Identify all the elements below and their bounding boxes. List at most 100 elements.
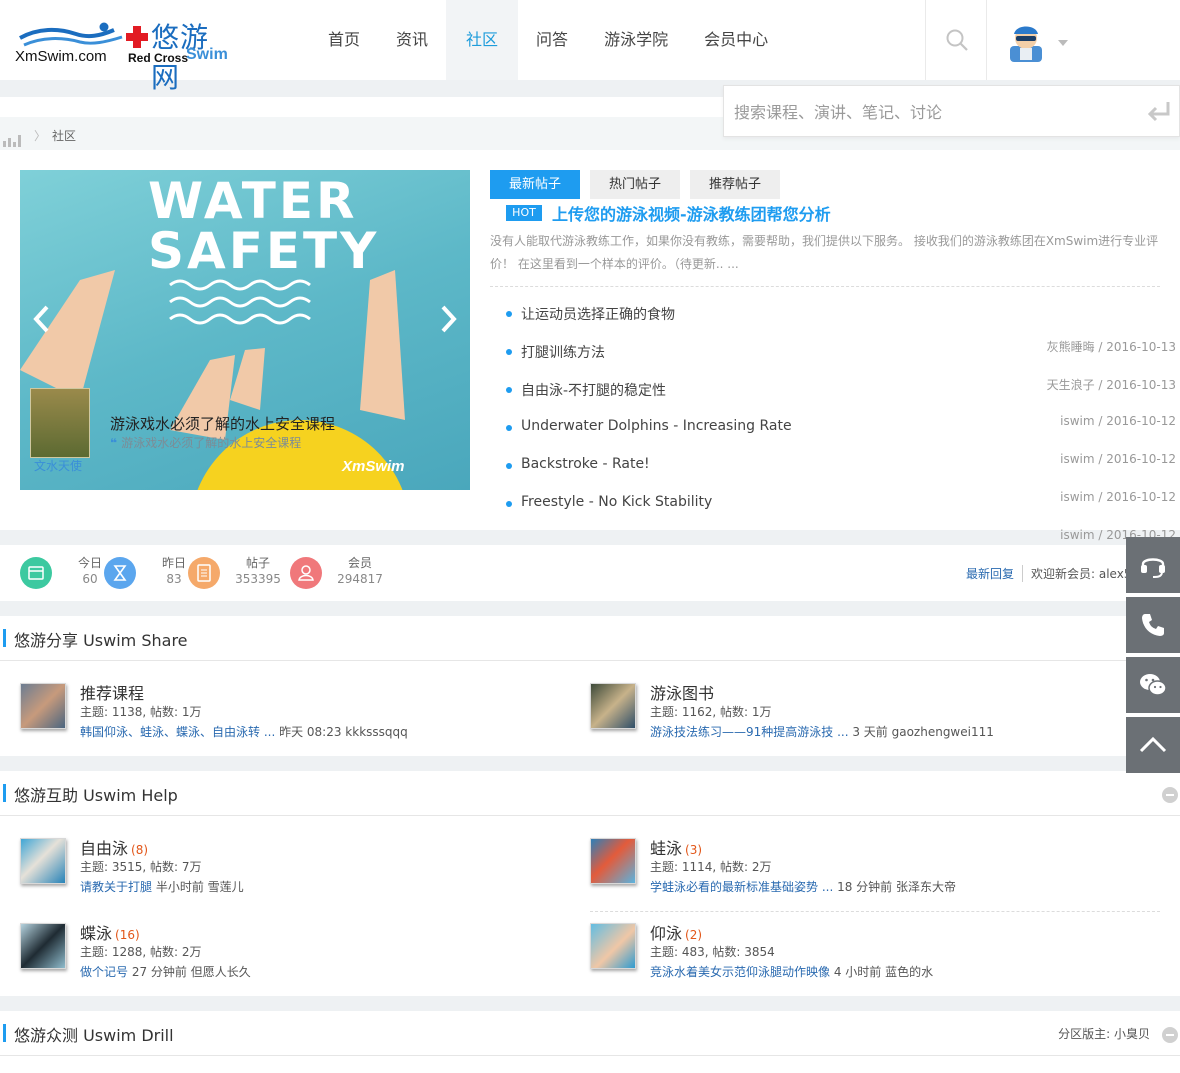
forum-thumbnail[interactable]	[20, 838, 66, 884]
forum-last-post: 学蛙泳必看的最新标准基础姿势 ... 18 分钟前 张泽东大帝	[650, 878, 956, 895]
forum-name[interactable]: 自由泳 (8)	[80, 835, 148, 859]
headset-icon	[1141, 558, 1165, 578]
post-title[interactable]: 自由泳-不打腿的稳定性	[521, 380, 666, 400]
last-post-link[interactable]: 韩国仰泳、蛙泳、蝶泳、自由泳转 ...	[80, 725, 275, 739]
section-title[interactable]: 悠游分享 Uswim Share	[14, 627, 188, 651]
wechat-icon	[1140, 674, 1167, 696]
forum-today-count: (16)	[115, 928, 140, 942]
last-post-link[interactable]: 游泳技法练习——91种提高游泳技 ...	[650, 725, 849, 739]
forum-today-count: (8)	[131, 843, 149, 857]
last-post-link[interactable]: 做个记号	[80, 965, 128, 979]
slider-prev-icon[interactable]	[32, 304, 52, 334]
slider-author[interactable]: 文水天使	[34, 457, 82, 474]
search-input[interactable]	[734, 98, 1134, 126]
user-menu[interactable]	[1004, 20, 1074, 64]
post-title[interactable]: Backstroke - Rate!	[521, 456, 650, 472]
forum-name[interactable]: 推荐课程	[80, 680, 144, 704]
feature-description: 没有人能取代游泳教练工作，如果你没有教练，需要帮助，我们提供以下服务。 接收我们…	[490, 234, 1159, 271]
stat-label: 会员	[347, 556, 372, 570]
bullet-icon	[506, 311, 512, 317]
slider-next-icon[interactable]	[438, 304, 458, 334]
author-avatar[interactable]	[30, 388, 90, 458]
list-item[interactable]: 让运动员选择正确的食物	[490, 300, 1180, 338]
forum-name-text[interactable]: 蝶泳	[80, 924, 112, 943]
hot-badge: HOT	[506, 205, 542, 221]
tab-latest-posts[interactable]: 最新帖子	[490, 170, 580, 199]
nav-item-news[interactable]: 资讯	[378, 0, 446, 80]
forum-today-count: (2)	[685, 928, 703, 942]
site-logo[interactable]: 悠游网 XmSwim.com Red Cross Swim	[14, 14, 234, 94]
post-title[interactable]: 让运动员选择正确的食物	[521, 304, 675, 324]
forum-thumbnail[interactable]	[590, 923, 636, 969]
brand-swim: Swim	[186, 46, 228, 63]
back-to-top-button[interactable]	[1126, 717, 1180, 773]
forum-thumbnail[interactable]	[590, 838, 636, 884]
forum-backstroke[interactable]: 仰泳 (2) 主题: 483, 帖数: 3854 竞泳水着美女示范仰泳腿动作映像 …	[590, 923, 1130, 993]
latest-reply-link[interactable]: 最新回复	[966, 565, 1014, 582]
forum-books[interactable]: 游泳图书 主题: 1162, 帖数: 1万 游泳技法练习——91种提高游泳技 .…	[590, 683, 1130, 753]
search-button[interactable]	[925, 0, 987, 80]
forum-thumbnail[interactable]	[20, 683, 66, 729]
wechat-button[interactable]	[1126, 657, 1180, 713]
feature-title[interactable]: 上传您的游泳视频-游泳教练团帮您分析	[552, 201, 831, 225]
slider-subcaption: ❝ 游泳戏水必须了解的水上安全课程	[110, 434, 301, 451]
forum-name-text[interactable]: 仰泳	[650, 924, 682, 943]
section-title[interactable]: 悠游互助 Uswim Help	[14, 782, 178, 806]
forum-name-text[interactable]: 自由泳	[80, 839, 128, 858]
phone-icon	[1142, 614, 1164, 636]
enter-icon[interactable]	[1146, 100, 1172, 122]
forum-name-text[interactable]: 推荐课程	[80, 684, 144, 703]
collapse-icon[interactable]	[1162, 787, 1178, 803]
customer-service-button[interactable]	[1126, 537, 1180, 593]
post-title[interactable]: Underwater Dolphins - Increasing Rate	[521, 418, 792, 434]
forum-thumbnail[interactable]	[590, 683, 636, 729]
nav-item-member-center[interactable]: 会员中心	[686, 0, 786, 80]
forum-butterfly[interactable]: 蝶泳 (16) 主题: 1288, 帖数: 2万 做个记号 27 分钟前 但愿人长…	[20, 923, 560, 993]
section-accent	[3, 1024, 6, 1042]
forum-name[interactable]: 蝶泳 (16)	[80, 920, 140, 944]
phone-button[interactable]	[1126, 597, 1180, 653]
forum-name[interactable]: 游泳图书	[650, 680, 714, 704]
forum-recommended-courses[interactable]: 推荐课程 主题: 1138, 帖数: 1万 韩国仰泳、蛙泳、蝶泳、自由泳转 ..…	[20, 683, 560, 753]
bar-chart-icon[interactable]	[2, 133, 22, 147]
red-cross-icon	[126, 26, 148, 48]
nav-item-home[interactable]: 首页	[310, 0, 378, 80]
featured-slider[interactable]: WATER SAFETY 游泳戏水必须了解的水上安全课程 ❝ 游泳戏水必须了解的…	[20, 170, 470, 490]
collapse-icon[interactable]	[1162, 1027, 1178, 1043]
brand-domain: XmSwim.com	[15, 48, 107, 65]
last-post-link[interactable]: 请教关于打腿	[80, 880, 152, 894]
breadcrumb-current[interactable]: 社区	[52, 127, 76, 144]
forum-stats: 主题: 1138, 帖数: 1万	[80, 705, 202, 719]
section-help: 悠游互助 Uswim Help 自由泳 (8) 主题: 3515, 帖数: 7万 …	[0, 771, 1180, 996]
post-title[interactable]: Freestyle - No Kick Stability	[521, 494, 712, 510]
tab-recommended-posts[interactable]: 推荐帖子	[690, 170, 780, 199]
welcome-new-member[interactable]: 欢迎新会员: alex5	[1022, 565, 1131, 582]
forum-today-count: (3)	[685, 843, 703, 857]
user-icon	[290, 557, 322, 589]
forum-name[interactable]: 仰泳 (2)	[650, 920, 702, 944]
forum-stats: 主题: 3515, 帖数: 7万	[80, 860, 202, 874]
forum-last-post: 游泳技法练习——91种提高游泳技 ... 3 天前 gaozhengwei111	[650, 723, 994, 740]
forum-name[interactable]: 蛙泳 (3)	[650, 835, 702, 859]
last-post-link[interactable]: 学蛙泳必看的最新标准基础姿势 ...	[650, 880, 833, 894]
post-meta: iswim / 2016-10-12	[1060, 490, 1176, 504]
forum-thumbnail[interactable]	[20, 923, 66, 969]
forum-name-text[interactable]: 蛙泳	[650, 839, 682, 858]
back-to-top-icon	[1139, 736, 1167, 753]
section-title[interactable]: 悠游众测 Uswim Drill	[14, 1022, 174, 1046]
post-title[interactable]: 打腿训练方法	[521, 342, 605, 362]
section-moderator[interactable]: 分区版主: 小臭贝	[1058, 1025, 1150, 1042]
forum-stats: 主题: 1288, 帖数: 2万	[80, 945, 202, 959]
tab-hot-posts[interactable]: 热门帖子	[590, 170, 680, 199]
chevron-down-icon	[1058, 40, 1068, 46]
nav-item-qa[interactable]: 问答	[518, 0, 586, 80]
last-post-link[interactable]: 竞泳水着美女示范仰泳腿动作映像	[650, 965, 830, 979]
nav-item-community[interactable]: 社区	[446, 0, 519, 80]
forum-freestyle[interactable]: 自由泳 (8) 主题: 3515, 帖数: 7万 请教关于打腿 半小时前 雪莲儿	[20, 838, 560, 908]
brand-red-cross: Red Cross	[128, 51, 189, 65]
nav-item-academy[interactable]: 游泳学院	[586, 0, 686, 80]
forum-name-text[interactable]: 游泳图书	[650, 684, 714, 703]
forum-breaststroke[interactable]: 蛙泳 (3) 主题: 1114, 帖数: 2万 学蛙泳必看的最新标准基础姿势 ..…	[590, 838, 1130, 908]
slider-caption[interactable]: 游泳戏水必须了解的水上安全课程	[110, 413, 335, 434]
document-icon	[188, 557, 220, 589]
